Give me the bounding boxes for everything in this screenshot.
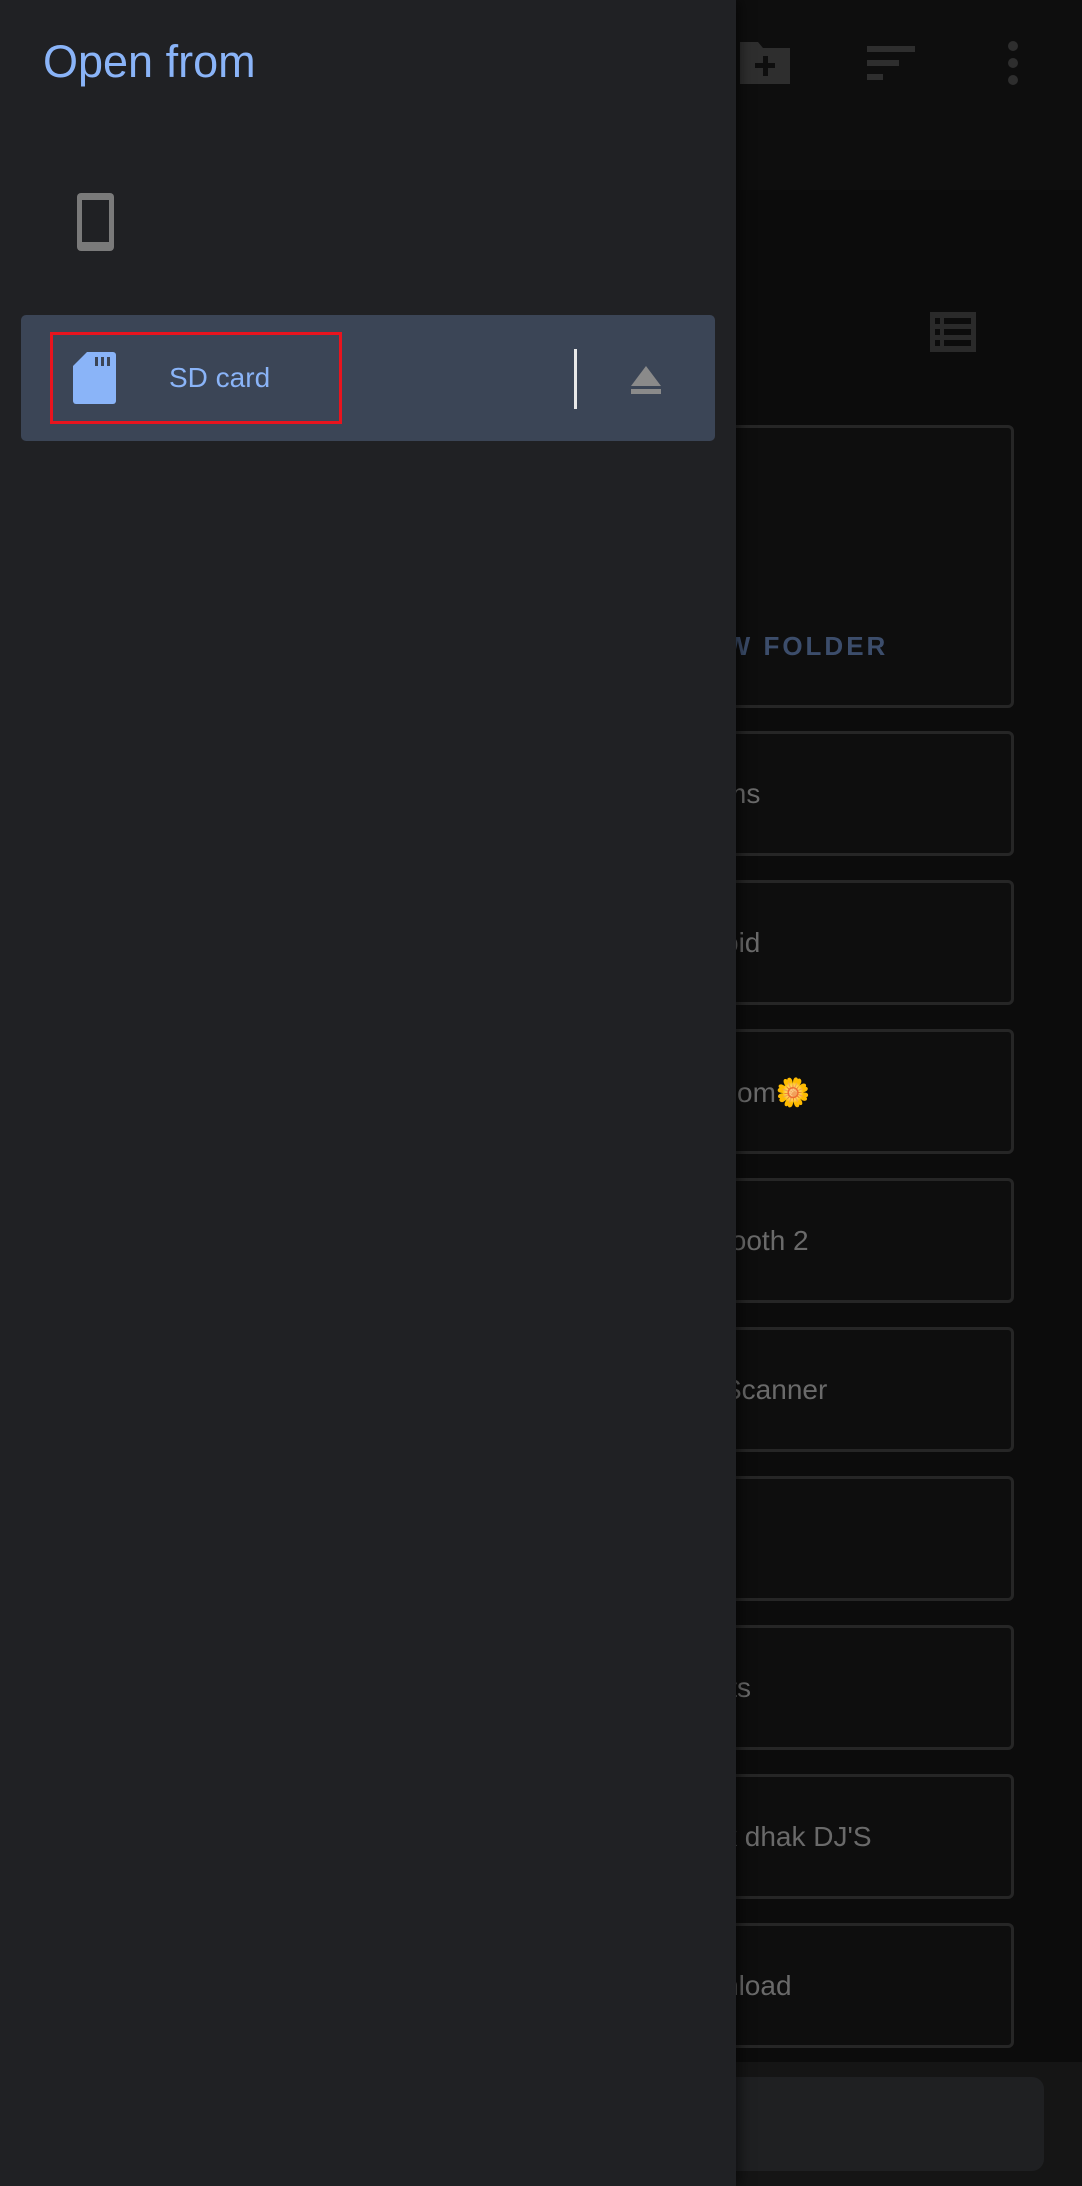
bottom-action-area[interactable] xyxy=(700,2077,1044,2171)
drawer-title: Open from xyxy=(43,36,256,87)
more-vert-icon[interactable] xyxy=(1004,40,1022,86)
list-view-icon[interactable] xyxy=(930,312,976,352)
folder-name: Scanner xyxy=(723,1374,828,1405)
divider xyxy=(574,349,577,409)
open-from-drawer: Open from SD card xyxy=(0,0,736,2186)
root-phone[interactable] xyxy=(21,170,715,290)
phone-icon xyxy=(77,193,114,251)
sd-card-label: SD card xyxy=(169,362,271,393)
folder-name: k dhak DJ'S xyxy=(723,1821,872,1852)
folder-name: som🌼 xyxy=(723,1077,811,1108)
eject-icon[interactable] xyxy=(631,366,661,394)
sd-card-icon xyxy=(73,352,116,404)
new-folder-icon[interactable] xyxy=(738,38,792,86)
sort-icon[interactable] xyxy=(867,44,917,80)
root-sd-card[interactable]: SD card xyxy=(21,315,715,441)
